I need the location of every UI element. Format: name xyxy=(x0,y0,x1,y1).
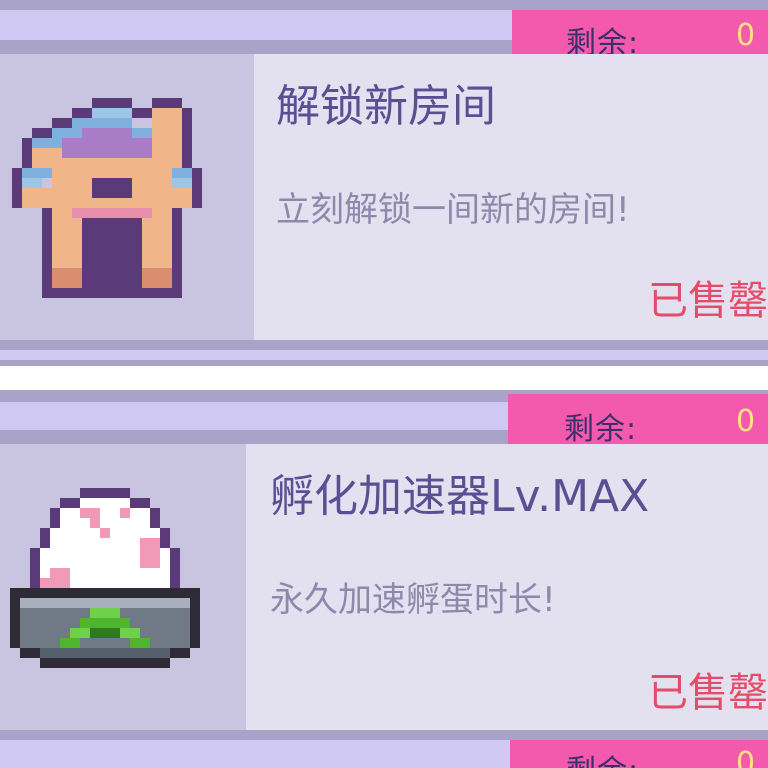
egg-incubator-icon xyxy=(10,488,200,678)
sold-out-status: 已售罄 xyxy=(648,670,768,716)
house-icon xyxy=(12,98,212,298)
remaining-badge: 剩余: 0 xyxy=(508,394,768,450)
remaining-count: 0 xyxy=(736,404,756,439)
shop-item-unlock-room[interactable]: 剩余: 0 解锁新房间 立刻解锁一间新的房间! 已售罄 xyxy=(0,0,768,366)
item-title: 孵化加速器Lv.MAX xyxy=(270,471,650,522)
card-top-border xyxy=(0,0,768,10)
remaining-count: 0 xyxy=(736,18,756,53)
item-description: 永久加速孵蛋时长! xyxy=(270,580,556,620)
shop-item-partial[interactable]: 剩余: 0 xyxy=(0,740,768,768)
item-title: 解锁新房间 xyxy=(276,81,496,132)
remaining-badge: 剩余: 0 xyxy=(510,740,768,768)
card-bottom-edge xyxy=(0,340,768,350)
remaining-label: 剩余: xyxy=(564,412,638,447)
item-description: 立刻解锁一间新的房间! xyxy=(276,190,630,230)
card-bottom-edge xyxy=(0,730,768,740)
card-bottom-strip xyxy=(0,350,768,360)
sold-out-status: 已售罄 xyxy=(648,278,768,324)
shop-item-incubator-accelerator[interactable]: 剩余: 0 孵化加速器Lv.MAX 永久加速孵蛋时长! 已售罄 xyxy=(0,390,768,740)
remaining-count: 0 xyxy=(736,746,756,768)
card-bottom-border xyxy=(0,360,768,366)
remaining-label: 剩余: xyxy=(566,746,639,768)
